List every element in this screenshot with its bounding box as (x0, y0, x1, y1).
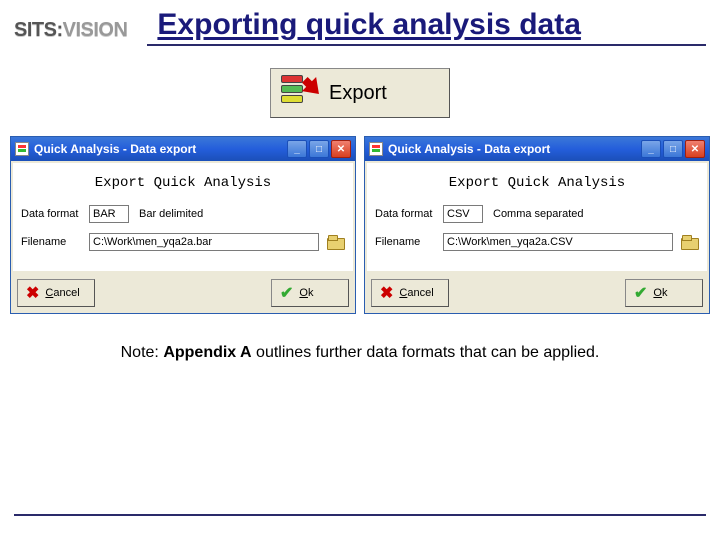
app-icon (369, 142, 383, 156)
titlebar[interactable]: Quick Analysis - Data export _ □ ✕ (11, 137, 355, 161)
dialog-export-csv: Quick Analysis - Data export _ □ ✕ Expor… (364, 136, 710, 314)
data-format-field[interactable] (443, 205, 483, 223)
filename-label: Filename (375, 236, 439, 248)
data-format-label: Data format (21, 208, 85, 220)
browse-icon[interactable] (327, 234, 345, 250)
data-format-description: Bar delimited (139, 208, 203, 220)
dialog-export-bar: Quick Analysis - Data export _ □ ✕ Expor… (10, 136, 356, 314)
close-button[interactable]: ✕ (331, 140, 351, 158)
footnote: Note: Appendix A outlines further data f… (0, 344, 720, 362)
filename-label: Filename (21, 236, 85, 248)
cancel-label: Cancel (399, 287, 433, 299)
window-title: Quick Analysis - Data export (34, 142, 196, 156)
export-icon (279, 73, 319, 113)
export-button[interactable]: Export (270, 68, 450, 118)
filename-field[interactable] (89, 233, 319, 251)
close-button[interactable]: ✕ (685, 140, 705, 158)
dialog-heading: Export Quick Analysis (375, 175, 699, 191)
maximize-button[interactable]: □ (663, 140, 683, 158)
logo: SITS:VISION (14, 19, 127, 42)
data-format-label: Data format (375, 208, 439, 220)
ok-button[interactable]: ✔ Ok (625, 279, 703, 307)
page-title: Exporting quick analysis data (157, 8, 580, 41)
cancel-button[interactable]: ✖ Cancel (17, 279, 95, 307)
cancel-button[interactable]: ✖ Cancel (371, 279, 449, 307)
maximize-button[interactable]: □ (309, 140, 329, 158)
minimize-button[interactable]: _ (641, 140, 661, 158)
data-format-field[interactable] (89, 205, 129, 223)
ok-label: Ok (299, 287, 313, 299)
data-format-description: Comma separated (493, 208, 584, 220)
ok-icon: ✔ (634, 283, 647, 303)
dialog-heading: Export Quick Analysis (21, 175, 345, 191)
ok-label: Ok (653, 287, 667, 299)
cancel-label: Cancel (45, 287, 79, 299)
minimize-button[interactable]: _ (287, 140, 307, 158)
footer-rule (14, 514, 706, 516)
export-button-label: Export (329, 82, 387, 105)
window-title: Quick Analysis - Data export (388, 142, 550, 156)
title-rule: Exporting quick analysis data (147, 8, 706, 46)
titlebar[interactable]: Quick Analysis - Data export _ □ ✕ (365, 137, 709, 161)
ok-button[interactable]: ✔ Ok (271, 279, 349, 307)
app-icon (15, 142, 29, 156)
filename-field[interactable] (443, 233, 673, 251)
browse-icon[interactable] (681, 234, 699, 250)
cancel-icon: ✖ (26, 283, 39, 303)
ok-icon: ✔ (280, 283, 293, 303)
cancel-icon: ✖ (380, 283, 393, 303)
